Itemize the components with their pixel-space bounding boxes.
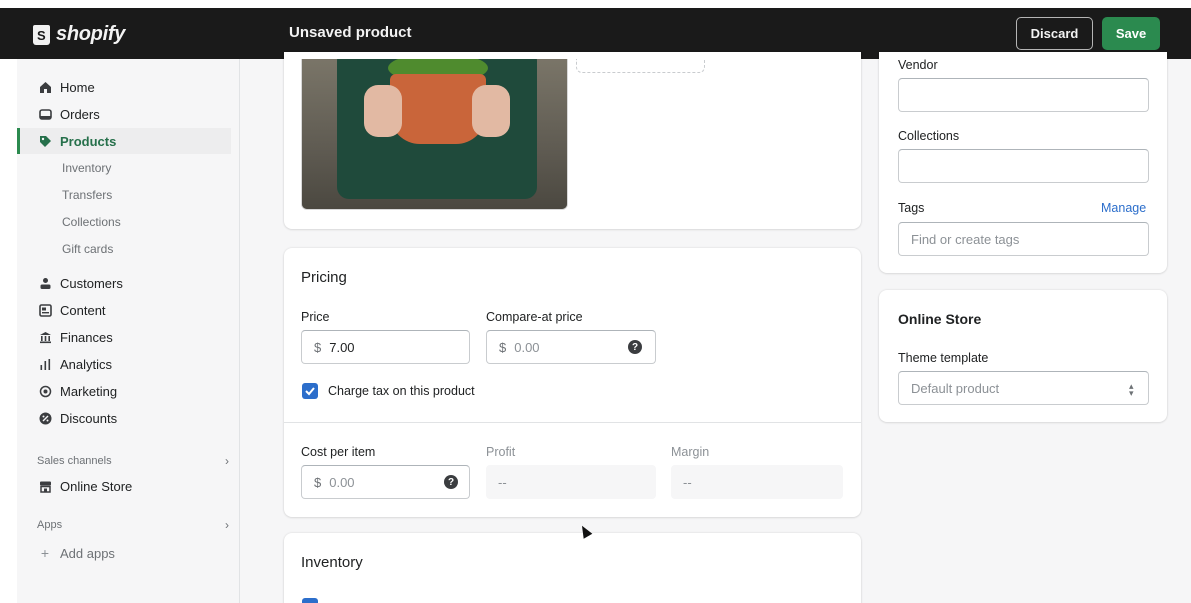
- sidebar-subitem-gift-cards[interactable]: Gift cards: [62, 242, 113, 256]
- content-icon: [38, 303, 52, 317]
- chevron-right-icon[interactable]: ›: [225, 518, 229, 532]
- sidebar-item-label: Customers: [60, 275, 123, 291]
- charge-tax-checkbox[interactable]: [302, 383, 318, 399]
- sidebar-item-label: Online Store: [60, 478, 133, 494]
- sidebar-subitem-transfers[interactable]: Transfers: [62, 188, 112, 202]
- sidebar-item-label: Home: [60, 79, 95, 95]
- bar-chart-icon: [38, 357, 52, 371]
- help-icon[interactable]: ?: [444, 475, 458, 489]
- price-input[interactable]: $ 7.00: [301, 330, 470, 364]
- orders-icon: [38, 107, 52, 121]
- sidebar-item-label: Add apps: [60, 545, 115, 561]
- logo-text: shopify: [56, 23, 126, 45]
- online-store-title: Online Store: [898, 311, 982, 327]
- bank-icon: [38, 330, 52, 344]
- profit-label: Profit: [486, 445, 516, 459]
- cost-per-item-label: Cost per item: [301, 445, 376, 459]
- charge-tax-label: Charge tax on this product: [328, 384, 475, 398]
- home-icon: [38, 80, 52, 94]
- manage-tags-link[interactable]: Manage: [1101, 201, 1146, 215]
- price-label: Price: [301, 310, 330, 324]
- pricing-divider: [284, 422, 861, 423]
- profit-value: --: [486, 465, 656, 499]
- person-icon: [38, 276, 52, 290]
- apps-heading: Apps: [37, 519, 63, 531]
- price-value: 7.00: [329, 339, 355, 355]
- tag-icon: [38, 134, 52, 148]
- inventory-title: Inventory: [301, 554, 363, 571]
- chevron-right-icon[interactable]: ›: [225, 454, 229, 468]
- product-image[interactable]: [301, 59, 568, 210]
- inventory-card: [284, 533, 861, 603]
- margin-label: Margin: [671, 445, 710, 459]
- theme-template-select[interactable]: Default product: [898, 371, 1149, 405]
- image-hand-right: [472, 85, 510, 137]
- sidebar-item-label: Orders: [60, 106, 100, 122]
- sidebar-item-products[interactable]: Products: [17, 128, 231, 154]
- shopify-bag-icon: [33, 24, 50, 45]
- select-arrows-icon: ▴ ▾: [1129, 381, 1134, 398]
- margin-value: --: [671, 465, 843, 499]
- sales-channels-heading: Sales channels: [37, 455, 112, 467]
- sidebar-item-add-apps[interactable]: + Add apps: [17, 540, 231, 566]
- sidebar-item-customers[interactable]: Customers: [17, 270, 231, 296]
- discount-icon: [38, 411, 52, 425]
- theme-template-label: Theme template: [898, 351, 989, 365]
- currency-prefix: $: [499, 339, 507, 355]
- sidebar-item-label: Content: [60, 302, 106, 318]
- sidebar-item-label: Marketing: [60, 383, 118, 399]
- checkmark-icon: [305, 387, 315, 396]
- store-icon: [38, 479, 52, 493]
- sidebar-item-label: Finances: [60, 329, 113, 345]
- sidebar-item-label: Discounts: [60, 410, 118, 426]
- compare-at-price-label: Compare-at price: [486, 310, 583, 324]
- tags-input[interactable]: Find or create tags: [898, 222, 1149, 256]
- sidebar-item-home[interactable]: Home: [17, 74, 231, 100]
- currency-prefix: $: [314, 339, 322, 355]
- add-media-dropzone[interactable]: [576, 59, 705, 73]
- tags-placeholder: Find or create tags: [911, 231, 1020, 247]
- tags-label: Tags: [898, 201, 925, 215]
- target-icon: [38, 384, 52, 398]
- help-icon[interactable]: ?: [628, 340, 642, 354]
- sidebar-item-discounts[interactable]: Discounts: [17, 405, 231, 431]
- collections-label: Collections: [898, 129, 960, 143]
- sidebar-item-label: Analytics: [60, 356, 113, 372]
- cost-per-item-placeholder: 0.00: [329, 474, 355, 490]
- pricing-title: Pricing: [301, 269, 347, 286]
- save-button[interactable]: Save: [1102, 17, 1160, 50]
- image-hand-left: [364, 85, 402, 137]
- currency-prefix: $: [314, 474, 322, 490]
- shopify-logo[interactable]: shopify: [33, 23, 125, 46]
- sidebar-item-online-store[interactable]: Online Store: [17, 473, 231, 499]
- collections-input[interactable]: [898, 149, 1149, 183]
- sidebar-item-analytics[interactable]: Analytics: [17, 351, 231, 377]
- sidebar-item-content[interactable]: Content: [17, 297, 231, 323]
- sidebar-item-finances[interactable]: Finances: [17, 324, 231, 350]
- sidebar-item-label: Products: [60, 133, 117, 149]
- vendor-label: Vendor: [898, 58, 938, 72]
- discard-button[interactable]: Discard: [1016, 17, 1093, 50]
- sidebar-item-orders[interactable]: Orders: [17, 101, 231, 127]
- page-title: Unsaved product: [289, 24, 412, 41]
- sidebar-item-marketing[interactable]: Marketing: [17, 378, 231, 404]
- track-quantity-checkbox[interactable]: [302, 598, 318, 603]
- theme-template-value: Default product: [911, 380, 1000, 396]
- sidebar: Home Orders Products Inventory Transfers…: [17, 59, 240, 603]
- compare-at-price-placeholder: 0.00: [514, 339, 540, 355]
- vendor-input[interactable]: [898, 78, 1149, 112]
- left-edge: [0, 59, 17, 603]
- sidebar-subitem-inventory[interactable]: Inventory: [62, 161, 111, 175]
- sidebar-subitem-collections[interactable]: Collections: [62, 215, 121, 229]
- plus-icon: +: [40, 545, 50, 561]
